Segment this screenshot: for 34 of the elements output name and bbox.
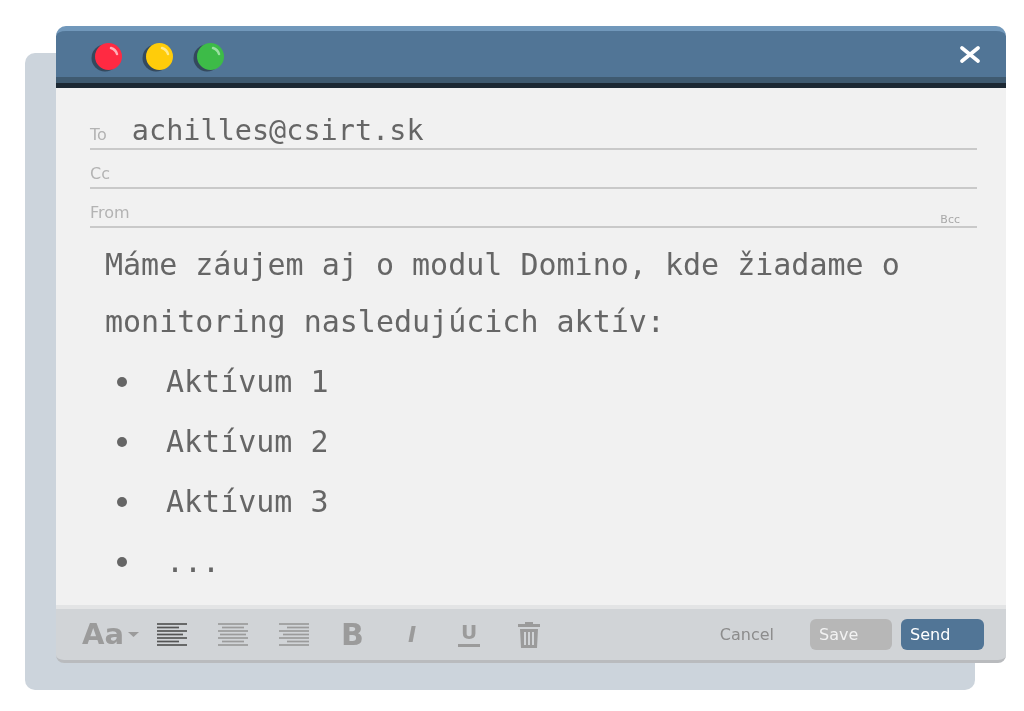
- address-field[interactable]: To achilles@csirt.sk: [90, 111, 977, 150]
- font-size-button[interactable]: Aa: [82, 620, 139, 649]
- window-control-icon[interactable]: [142, 42, 174, 72]
- address-field[interactable]: Cc: [90, 150, 977, 189]
- bullet-icon: [117, 377, 127, 387]
- window-control-icon[interactable]: [193, 42, 225, 72]
- send-button[interactable]: Send: [901, 619, 984, 650]
- caret-icon: [128, 632, 139, 637]
- trash-icon: [518, 621, 541, 648]
- bullet-text: Aktívum 1: [166, 367, 329, 397]
- bullet-text: Aktívum 2: [166, 427, 329, 457]
- address-field[interactable]: From Bcc: [90, 189, 977, 228]
- field-label: To: [90, 127, 107, 146]
- field-value: achilles@csirt.sk: [131, 116, 424, 148]
- message-paragraph: Máme záujem aj o modul Domino, kde žiadame o monitoring nasledujúcich aktív:: [105, 246, 901, 341]
- bold-button[interactable]: B: [341, 619, 364, 650]
- align-left-icon: [157, 623, 187, 646]
- bullet-icon: [117, 497, 127, 507]
- save-button[interactable]: Save: [810, 619, 892, 650]
- align-center-icon: [218, 623, 248, 646]
- align-left-button[interactable]: [157, 623, 187, 646]
- italic-button[interactable]: I: [407, 623, 417, 646]
- underline-button[interactable]: U: [458, 622, 481, 647]
- bcc-link[interactable]: Bcc: [940, 214, 960, 226]
- cancel-button[interactable]: Cancel: [719, 619, 774, 650]
- window-control-icon[interactable]: [91, 42, 123, 72]
- align-right-icon: [279, 623, 309, 646]
- close-icon[interactable]: [960, 45, 980, 63]
- bullet-text: Aktívum 3: [166, 487, 329, 517]
- bullet-icon: [117, 557, 127, 567]
- field-label: From: [90, 205, 130, 224]
- bullet-icon: [117, 437, 127, 447]
- field-label: Cc: [90, 166, 110, 185]
- bullet-text: ...: [166, 547, 221, 577]
